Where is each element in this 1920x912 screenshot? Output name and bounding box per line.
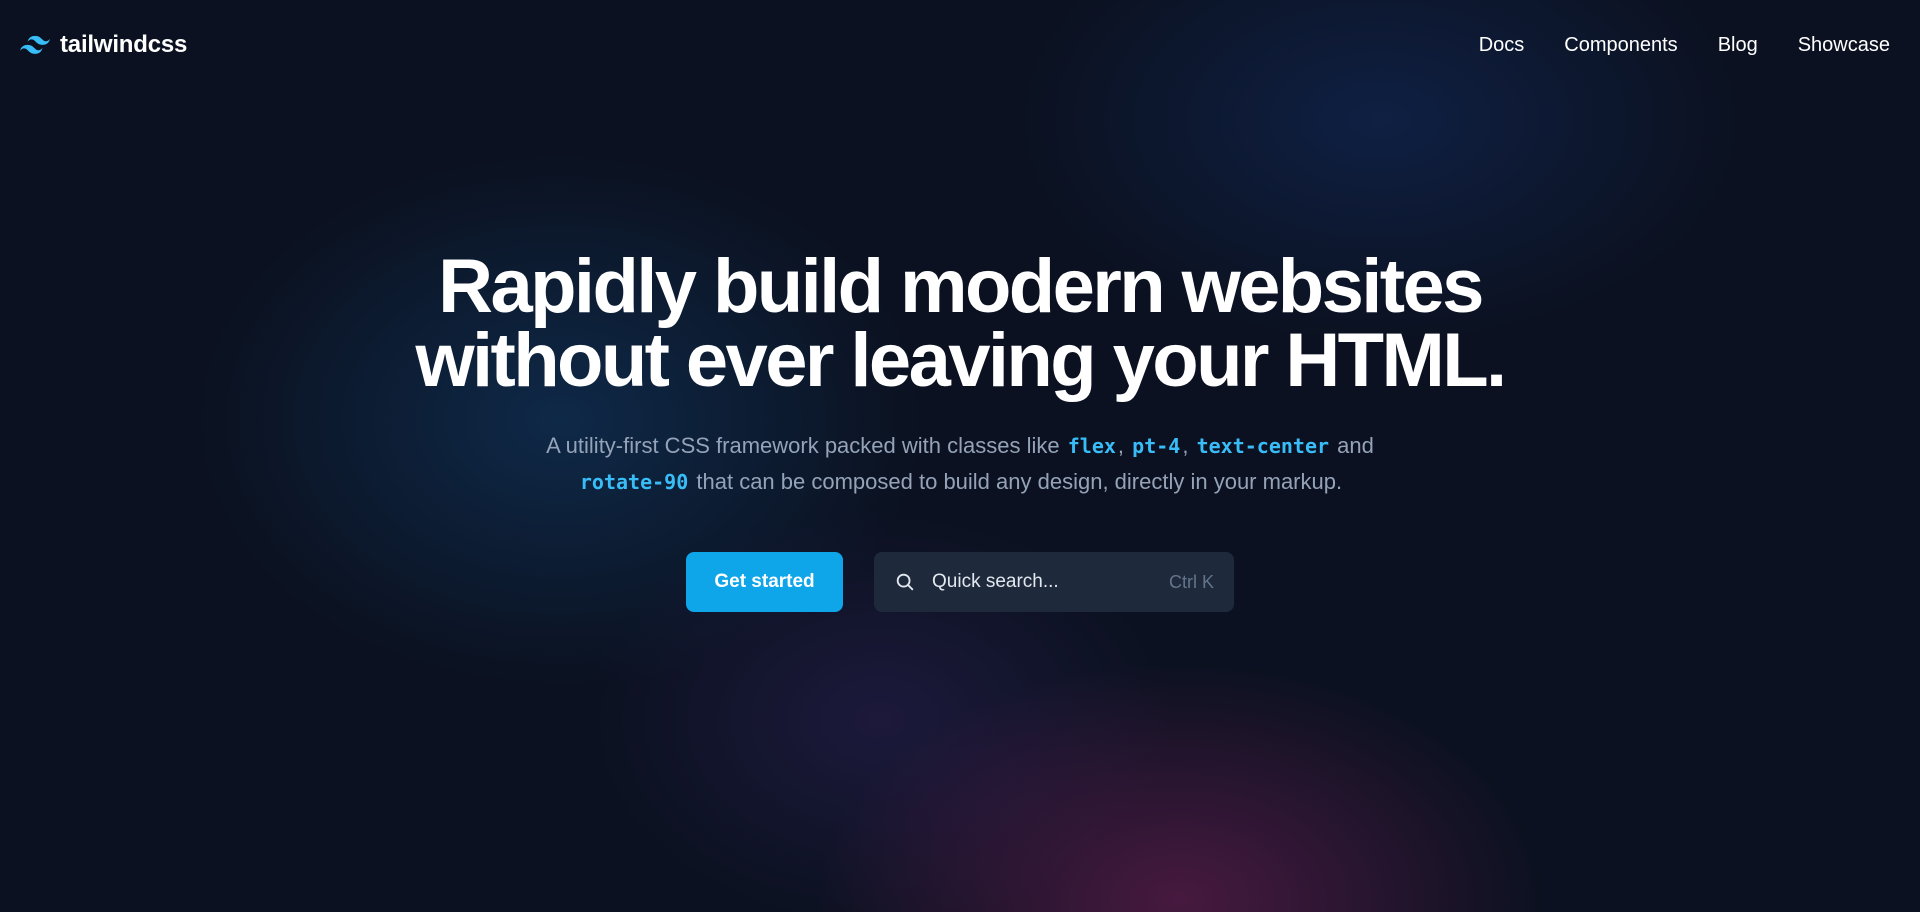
- hero-actions: Get started Quick search... Ctrl K: [0, 552, 1920, 612]
- code-pt-4: pt-4: [1132, 434, 1181, 458]
- nav-blog[interactable]: Blog: [1718, 34, 1758, 57]
- get-started-button[interactable]: Get started: [686, 552, 843, 612]
- nav-showcase[interactable]: Showcase: [1798, 34, 1890, 57]
- subtitle-text-1: A utility-first CSS framework packed wit…: [546, 433, 1060, 458]
- logo-text: tailwindcss: [60, 31, 188, 58]
- hero-subtitle: A utility-first CSS framework packed wit…: [490, 428, 1430, 500]
- search-icon: [896, 573, 914, 591]
- site-header: tailwindcss Docs Components Blog Showcas…: [0, 0, 1920, 90]
- nav-components[interactable]: Components: [1564, 34, 1677, 57]
- hero-section: Rapidly build modern websites without ev…: [0, 244, 1920, 500]
- main-nav: Docs Components Blog Showcase: [1479, 34, 1890, 57]
- hero-title-line-1: Rapidly build modern websites: [438, 244, 1484, 329]
- logo-link[interactable]: tailwindcss: [20, 31, 187, 59]
- code-rotate-90: rotate-90: [579, 470, 689, 494]
- hero-title: Rapidly build modern websites without ev…: [0, 244, 1920, 403]
- subtitle-sep-1: ,: [1117, 433, 1125, 458]
- subtitle-text-3: that can be composed to build any design…: [696, 469, 1343, 494]
- hero-title-line-2: without ever leaving your HTML.: [415, 318, 1507, 403]
- search-placeholder: Quick search...: [932, 571, 1059, 592]
- subtitle-sep-2: ,: [1182, 433, 1189, 458]
- code-flex: flex: [1067, 434, 1116, 458]
- code-text-center: text-center: [1196, 434, 1330, 458]
- tailwind-logo-icon: [20, 35, 50, 54]
- search-shortcut: Ctrl K: [1169, 571, 1214, 592]
- subtitle-text-2: and: [1337, 433, 1374, 458]
- nav-docs[interactable]: Docs: [1479, 34, 1525, 57]
- quick-search-button[interactable]: Quick search... Ctrl K: [874, 552, 1234, 612]
